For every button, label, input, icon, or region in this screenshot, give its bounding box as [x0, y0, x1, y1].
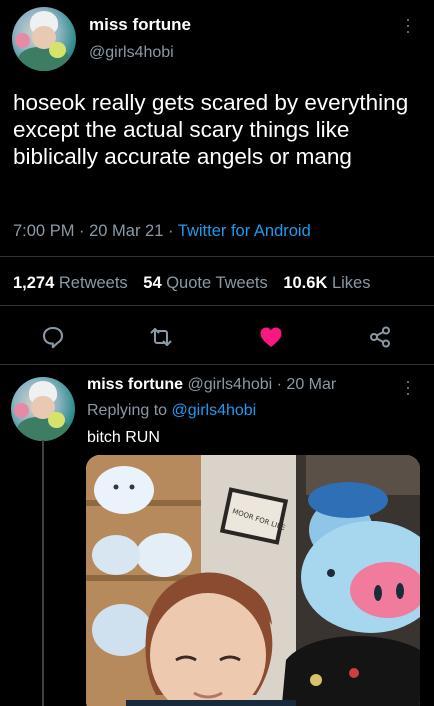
author-handle[interactable]: @girls4hobi [89, 44, 174, 62]
replying-to-link[interactable]: @girls4hobi [172, 402, 257, 419]
likes-stat[interactable]: 10.6K Likes [283, 274, 370, 292]
tweet-text: hoseok really gets scared by everything … [13, 90, 409, 169]
reply-author-avatar[interactable] [11, 377, 75, 441]
reply-media-image[interactable]: MOOR FOR LIFE [86, 455, 420, 706]
divider [0, 364, 434, 365]
reply-author-name[interactable]: miss fortune [87, 376, 183, 393]
share-icon[interactable] [367, 324, 393, 350]
tweet-meta: 7:00 PM · 20 Mar 21 · Twitter for Androi… [13, 222, 311, 241]
reply-more-icon[interactable]: · · · [403, 372, 413, 402]
engagement-stats: 1,274 Retweets 54 Quote Tweets 10.6K Lik… [13, 274, 370, 293]
divider [0, 305, 434, 306]
reply-header: miss fortune @girls4hobi · 20 Mar [87, 376, 336, 394]
replying-to: Replying to @girls4hobi [87, 402, 257, 419]
tweet-time: 7:00 PM · 20 Mar 21 · [13, 222, 178, 240]
tweet-source-link[interactable]: Twitter for Android [178, 222, 311, 240]
retweets-stat[interactable]: 1,274 Retweets [13, 274, 128, 292]
more-icon[interactable]: · · · [403, 10, 413, 40]
reply-author-handle[interactable]: @girls4hobi · 20 Mar [187, 376, 336, 393]
reply-icon[interactable] [40, 324, 66, 350]
author-name[interactable]: miss fortune [89, 15, 191, 35]
reply-text: bitch RUN [87, 429, 160, 446]
quote-tweets-stat[interactable]: 54 Quote Tweets [143, 274, 267, 292]
divider [0, 256, 434, 257]
author-avatar[interactable] [12, 7, 76, 71]
retweet-icon[interactable] [148, 324, 174, 350]
heart-icon[interactable] [258, 324, 284, 350]
thread-line [42, 440, 44, 706]
